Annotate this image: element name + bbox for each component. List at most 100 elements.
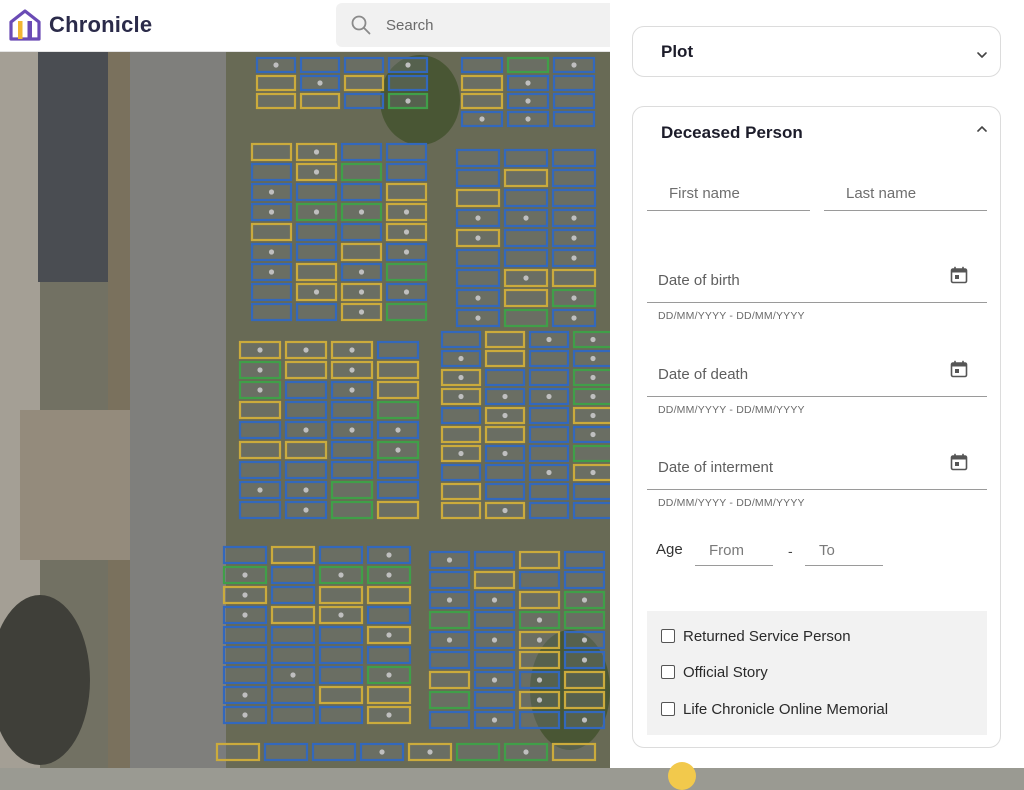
plot-outline	[455, 248, 501, 268]
plot-outline	[563, 570, 606, 590]
plot-marker	[581, 717, 588, 723]
age-to-input[interactable]	[805, 536, 883, 565]
plot-outline	[455, 742, 501, 762]
age-to-field[interactable]	[805, 536, 883, 566]
date-of-death-field[interactable]: Date of death	[647, 345, 987, 397]
plot-marker	[386, 572, 392, 578]
plot-marker	[358, 209, 365, 215]
plot-marker	[525, 98, 531, 104]
plot-outline	[572, 444, 610, 463]
plot-outline	[255, 92, 297, 110]
plot-outline	[428, 610, 471, 630]
search-input[interactable]	[384, 11, 604, 39]
plot-marker	[502, 450, 508, 457]
chevron-down-icon[interactable]	[975, 48, 989, 62]
plot-outline	[250, 162, 293, 182]
plot-marker	[491, 637, 498, 643]
plot-marker	[491, 677, 498, 683]
plot-marker	[590, 469, 596, 476]
plot-outline	[440, 425, 482, 444]
plot-marker	[386, 632, 392, 638]
plot-outline	[238, 440, 282, 460]
plot-outline	[376, 380, 420, 400]
plot-outline	[518, 550, 561, 570]
brand-name[interactable]: Chronicle	[49, 12, 152, 38]
search-bar[interactable]	[336, 3, 626, 47]
date-of-birth-helper: DD/MM/YYYY - DD/MM/YYYY	[658, 310, 805, 322]
calendar-icon[interactable]	[949, 359, 969, 379]
map-view[interactable]	[0, 0, 610, 768]
plot-marker	[349, 387, 355, 393]
plot-outline	[340, 222, 383, 242]
aerial-cemetery-map[interactable]	[0, 0, 610, 768]
plot-marker	[242, 572, 248, 578]
plot-outline	[376, 460, 420, 480]
plot-outline	[270, 565, 316, 585]
calendar-icon[interactable]	[949, 265, 969, 285]
date-of-interment-field[interactable]: Date of interment	[647, 438, 987, 490]
life-chronicle-memorial-checkbox[interactable]: Life Chronicle Online Memorial	[661, 699, 888, 719]
plot-outline	[518, 710, 561, 730]
plot-outline	[343, 74, 385, 92]
chronicle-logo-icon[interactable]	[8, 8, 42, 42]
plot-outline	[284, 360, 328, 380]
plot-outline	[563, 690, 606, 710]
plot-section[interactable]: Plot	[632, 26, 1001, 77]
calendar-icon[interactable]	[949, 452, 969, 472]
plot-marker	[446, 557, 453, 563]
plot-outline	[484, 368, 526, 387]
plot-outline	[528, 406, 570, 425]
plot-marker	[403, 249, 410, 255]
plot-outline	[503, 168, 549, 188]
plot-outline	[270, 545, 316, 565]
plot-outline	[238, 400, 282, 420]
plot-outline	[238, 420, 282, 440]
plot-outline	[222, 625, 268, 645]
filter-panel: Plot Deceased Person Date of birth	[610, 0, 1024, 790]
plot-outline	[284, 460, 328, 480]
plot-marker	[546, 469, 552, 476]
plot-section-title: Plot	[661, 42, 694, 61]
plot-marker	[571, 62, 577, 68]
plot-marker	[303, 507, 309, 513]
official-story-checkbox[interactable]: Official Story	[661, 662, 768, 682]
plot-outline	[318, 585, 364, 605]
plot-marker	[475, 235, 481, 241]
plot-outline	[563, 610, 606, 630]
plot-marker	[536, 697, 543, 703]
plot-outline	[503, 288, 549, 308]
plot-outline	[518, 650, 561, 670]
plot-marker	[242, 592, 248, 598]
last-name-field[interactable]	[824, 177, 987, 211]
plot-outline	[284, 380, 328, 400]
checkbox-box[interactable]	[661, 629, 675, 643]
age-from-input[interactable]	[695, 536, 773, 565]
plot-marker	[479, 116, 485, 122]
first-name-field[interactable]	[647, 177, 810, 211]
first-name-input[interactable]	[647, 177, 810, 210]
returned-service-person-checkbox[interactable]: Returned Service Person	[661, 626, 851, 646]
age-from-field[interactable]	[695, 536, 773, 566]
plot-marker	[405, 98, 411, 104]
plot-outline	[330, 460, 374, 480]
checkbox-label: Returned Service Person	[683, 627, 851, 645]
partial-icon[interactable]	[668, 762, 696, 790]
plot-outline	[376, 340, 420, 360]
last-name-input[interactable]	[824, 177, 987, 210]
plot-outline	[263, 742, 309, 762]
chevron-up-icon[interactable]	[975, 122, 989, 136]
plot-marker	[349, 367, 355, 373]
plot-outline	[222, 645, 268, 665]
plot-marker	[571, 315, 577, 321]
plot-outline	[460, 92, 504, 110]
checkbox-box[interactable]	[661, 665, 675, 679]
plot-marker	[403, 229, 410, 235]
plot-marker	[268, 189, 275, 195]
checkbox-box[interactable]	[661, 702, 675, 716]
plot-outline	[270, 685, 316, 705]
plot-marker	[257, 347, 263, 353]
plot-outline	[270, 645, 316, 665]
plot-outline	[440, 463, 482, 482]
date-of-birth-field[interactable]: Date of birth	[647, 251, 987, 303]
plot-outline	[460, 74, 504, 92]
